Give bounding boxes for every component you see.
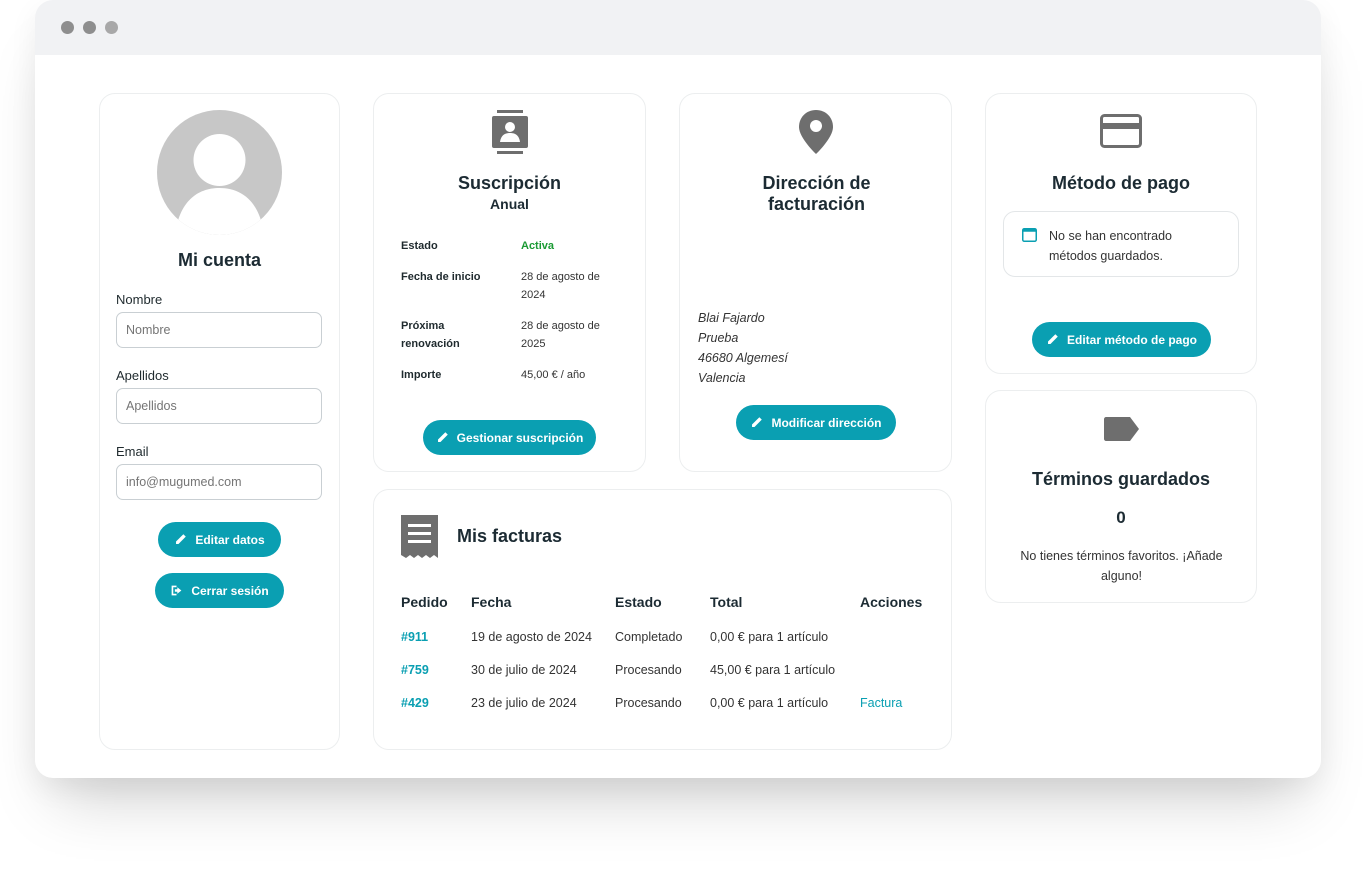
edit-data-label: Editar datos: [195, 532, 265, 547]
col-header-pedido: Pedido: [401, 594, 448, 610]
billing-address-card: Dirección de facturación Blai Fajardo Pr…: [679, 93, 952, 472]
invoice-status: Completado: [615, 630, 683, 644]
col-header-fecha: Fecha: [471, 594, 512, 610]
invoice-date: 30 de julio de 2024: [471, 663, 577, 677]
subscription-card: Suscripción Anual Estado Activa Fecha de…: [373, 93, 646, 472]
manage-subscription-button[interactable]: Gestionar suscripción: [423, 420, 596, 455]
browser-window: Mi cuenta Nombre Apellidos Email Editar …: [35, 0, 1321, 778]
receipt-icon: [401, 515, 438, 558]
email-field[interactable]: [116, 464, 322, 500]
invoices-card: Mis facturas Pedido Fecha Estado Total A…: [373, 489, 952, 750]
apellidos-field[interactable]: [116, 388, 322, 424]
invoice-date: 23 de julio de 2024: [471, 696, 577, 710]
payment-notice-box: No se han encontrado métodos guardados.: [1003, 211, 1239, 277]
window-minimize-dot[interactable]: [83, 21, 96, 34]
subscription-title: Suscripción: [457, 173, 562, 193]
sub-renewal-key: Próxima renovación: [401, 320, 460, 350]
address-line-street: Prueba: [698, 331, 739, 345]
sign-out-icon: [171, 585, 182, 596]
saved-terms-message: No tienes términos favoritos. ¡Añade alg…: [1020, 549, 1223, 583]
payment-notice-text: No se han encontrado métodos guardados.: [1049, 229, 1173, 263]
pencil-icon: [437, 432, 448, 442]
sub-renewal-value: 28 de agosto de 2025: [521, 320, 600, 350]
pencil-icon: [1048, 334, 1058, 344]
edit-payment-label: Editar método de pago: [1066, 332, 1197, 347]
order-link[interactable]: #429: [401, 696, 429, 710]
edit-address-label: Modificar dirección: [771, 415, 882, 430]
edit-data-button[interactable]: Editar datos: [158, 522, 281, 557]
edit-address-button[interactable]: Modificar dirección: [736, 405, 896, 440]
edit-payment-button[interactable]: Editar método de pago: [1032, 322, 1211, 357]
invoice-download-link[interactable]: Factura: [860, 696, 902, 710]
window-titlebar: [35, 0, 1321, 55]
pencil-icon: [752, 417, 763, 427]
billing-address-title: Dirección de facturación: [762, 173, 871, 214]
sub-amount-value: 45,00 € / año: [521, 369, 586, 381]
invoice-date: 19 de agosto de 2024: [471, 630, 592, 644]
invoice-total: 0,00 € para 1 artículo: [710, 630, 829, 644]
account-title: Mi cuenta: [177, 250, 261, 270]
col-header-estado: Estado: [615, 594, 662, 610]
map-pin-icon: [799, 110, 833, 154]
sub-start-value: 28 de agosto de 2024: [521, 271, 600, 301]
avatar: [157, 110, 282, 235]
invoice-status: Procesando: [615, 663, 682, 677]
credit-card-icon: [1100, 114, 1142, 148]
order-link[interactable]: #911: [401, 630, 428, 644]
address-line-region: Valencia: [698, 371, 746, 385]
sub-status-key: Estado: [401, 240, 438, 252]
saved-terms-count: 0: [1116, 508, 1126, 527]
invoice-total: 45,00 € para 1 artículo: [710, 663, 836, 677]
address-line-city: 46680 Algemesí: [698, 351, 788, 365]
apellidos-label: Apellidos: [116, 368, 169, 383]
window-icon: [1022, 228, 1037, 242]
sub-amount-key: Importe: [401, 369, 442, 381]
sub-status-value: Activa: [521, 240, 555, 252]
invoices-title: Mis facturas: [457, 526, 563, 546]
col-header-acciones: Acciones: [860, 594, 923, 610]
logout-button[interactable]: Cerrar sesión: [155, 573, 284, 608]
pencil-icon: [176, 534, 187, 544]
manage-subscription-label: Gestionar suscripción: [456, 430, 584, 445]
window-maximize-dot[interactable]: [105, 21, 118, 34]
nombre-field[interactable]: [116, 312, 322, 348]
account-card: Mi cuenta Nombre Apellidos Email Editar …: [99, 93, 340, 750]
user-silhouette-icon: [175, 134, 264, 235]
contact-card-icon: [492, 110, 528, 154]
payment-method-card: Método de pago No se han encontrado méto…: [985, 93, 1257, 374]
saved-terms-title: Términos guardados: [1031, 469, 1211, 489]
col-header-total: Total: [710, 594, 743, 610]
saved-terms-card: Términos guardados 0 No tienes términos …: [985, 390, 1257, 603]
invoice-status: Procesando: [615, 696, 682, 710]
invoice-total: 0,00 € para 1 artículo: [710, 696, 829, 710]
address-line-name: Blai Fajardo: [698, 311, 765, 325]
email-label: Email: [116, 444, 149, 459]
logout-label: Cerrar sesión: [191, 583, 269, 598]
nombre-label: Nombre: [116, 292, 163, 307]
order-link[interactable]: #759: [401, 663, 429, 677]
tag-icon: [1104, 417, 1139, 441]
window-close-dot[interactable]: [61, 21, 74, 34]
payment-method-title: Método de pago: [1052, 173, 1190, 193]
subscription-plan: Anual: [490, 196, 529, 212]
sub-start-key: Fecha de inicio: [401, 271, 481, 283]
